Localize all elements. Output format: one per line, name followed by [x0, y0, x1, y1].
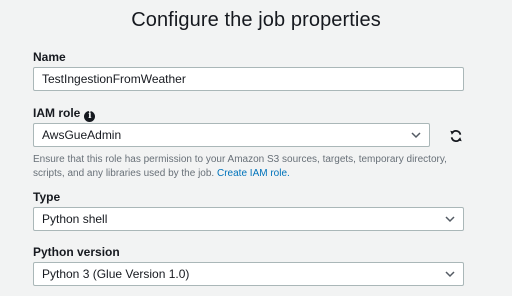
name-label: Name: [33, 50, 66, 64]
iam-role-help-text: Ensure that this role has permission to …: [33, 153, 473, 181]
iam-role-select[interactable]: AwsGueAdmin: [33, 123, 430, 147]
iam-role-label-row: IAM role i: [33, 106, 96, 122]
chevron-down-icon: [445, 216, 455, 223]
python-version-value: Python 3 (Glue Version 1.0): [42, 267, 190, 281]
chevron-down-icon: [411, 132, 421, 139]
name-input-value: TestIngestionFromWeather: [42, 72, 186, 86]
iam-role-value: AwsGueAdmin: [42, 128, 122, 142]
type-select[interactable]: Python shell: [33, 207, 464, 231]
chevron-down-icon: [445, 271, 455, 278]
iam-role-label: IAM role: [33, 106, 81, 120]
info-icon[interactable]: i: [84, 111, 96, 122]
page-title: Configure the job properties: [131, 9, 381, 31]
create-iam-role-link[interactable]: Create IAM role.: [217, 168, 290, 179]
refresh-icon[interactable]: [449, 129, 463, 143]
type-value: Python shell: [42, 212, 108, 226]
name-input[interactable]: TestIngestionFromWeather: [33, 67, 464, 91]
python-version-label: Python version: [33, 245, 120, 259]
python-version-select[interactable]: Python 3 (Glue Version 1.0): [33, 262, 464, 286]
type-label: Type: [33, 190, 61, 204]
